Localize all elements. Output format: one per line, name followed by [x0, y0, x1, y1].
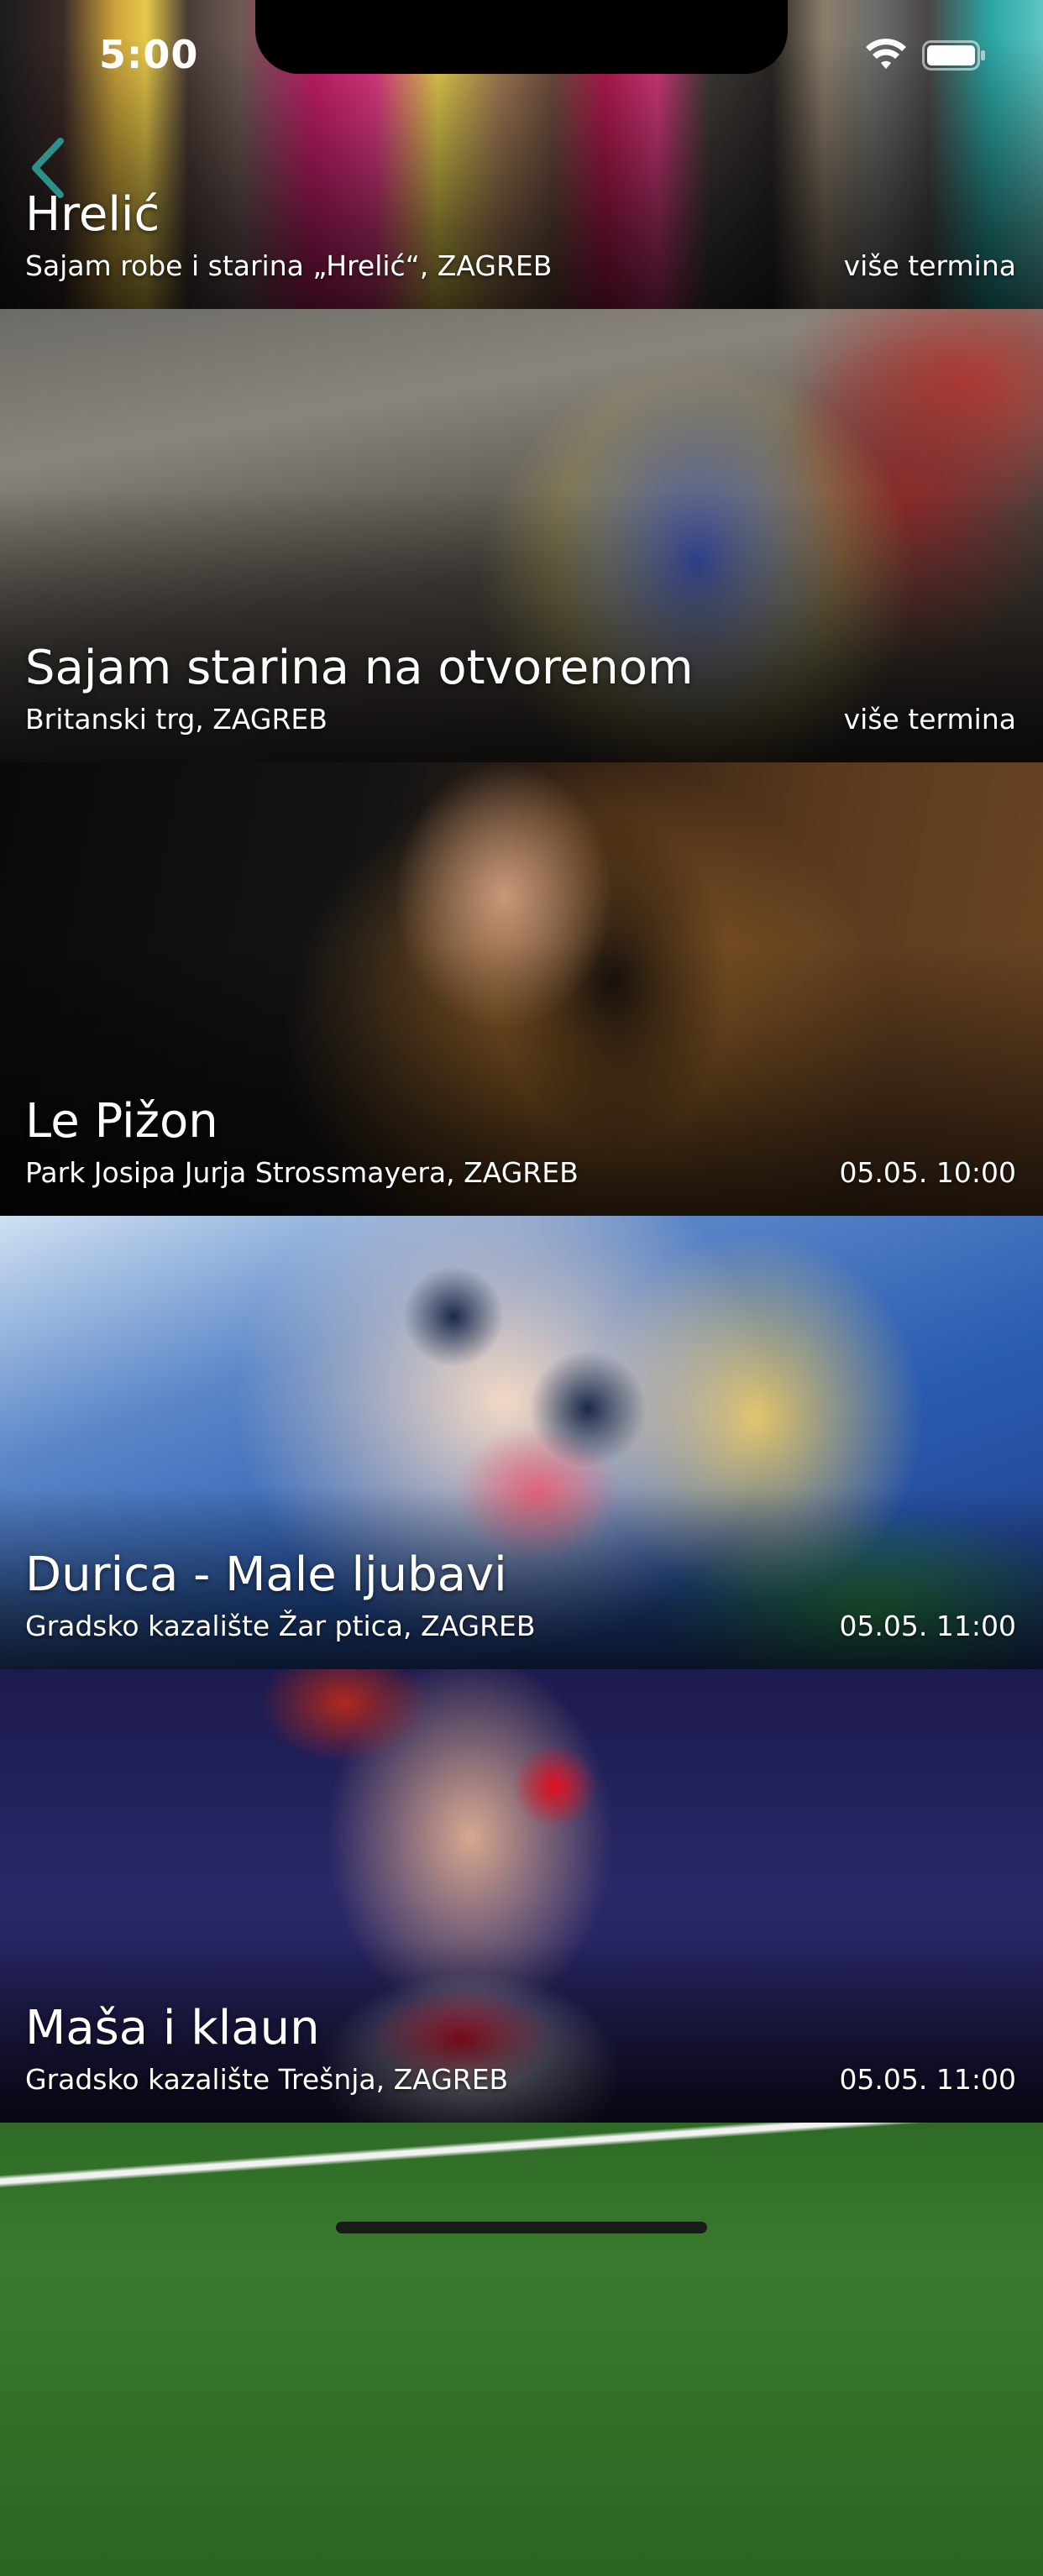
event-when: 05.05. 11:00 — [839, 2063, 1016, 2096]
event-card-football[interactable] — [0, 2123, 1043, 2576]
event-venue: Park Josipa Jurja Strossmayera, ZAGREB — [25, 1156, 579, 1189]
event-when: više termina — [843, 703, 1016, 736]
event-title: Le Pižon — [25, 1094, 218, 1149]
event-when: 05.05. 11:00 — [839, 1610, 1016, 1642]
event-title: Maša i klaun — [25, 2001, 320, 2055]
back-button[interactable] — [24, 134, 74, 202]
wifi-icon — [866, 39, 906, 69]
event-image-football-field — [0, 2123, 1043, 2576]
event-title: Durica - Male ljubavi — [25, 1547, 507, 1602]
device-notch — [255, 0, 788, 74]
status-time: 5:00 — [99, 32, 199, 77]
battery-icon — [922, 40, 985, 71]
status-bar: 5:00 — [0, 0, 1043, 109]
event-when: više termina — [843, 249, 1016, 282]
event-card-masa-i-klaun[interactable]: Maša i klaun Gradsko kazalište Trešnja, … — [0, 1669, 1043, 2123]
event-venue: Gradsko kazalište Žar ptica, ZAGREB — [25, 1610, 536, 1642]
event-card-le-pizon[interactable]: Le Pižon Park Josipa Jurja Strossmayera,… — [0, 762, 1043, 1216]
event-card-sajam-starina[interactable]: Sajam starina na otvorenom Britanski trg… — [0, 309, 1043, 762]
event-venue: Britanski trg, ZAGREB — [25, 703, 328, 736]
home-indicator — [336, 2222, 707, 2233]
event-venue: Gradsko kazalište Trešnja, ZAGREB — [25, 2063, 509, 2096]
event-when: 05.05. 10:00 — [839, 1156, 1016, 1189]
event-card-durica[interactable]: Durica - Male ljubavi Gradsko kazalište … — [0, 1216, 1043, 1669]
event-title: Sajam starina na otvorenom — [25, 641, 694, 695]
chevron-left-icon — [32, 138, 64, 198]
event-venue: Sajam robe i starina „Hrelić“, ZAGREB — [25, 249, 553, 282]
